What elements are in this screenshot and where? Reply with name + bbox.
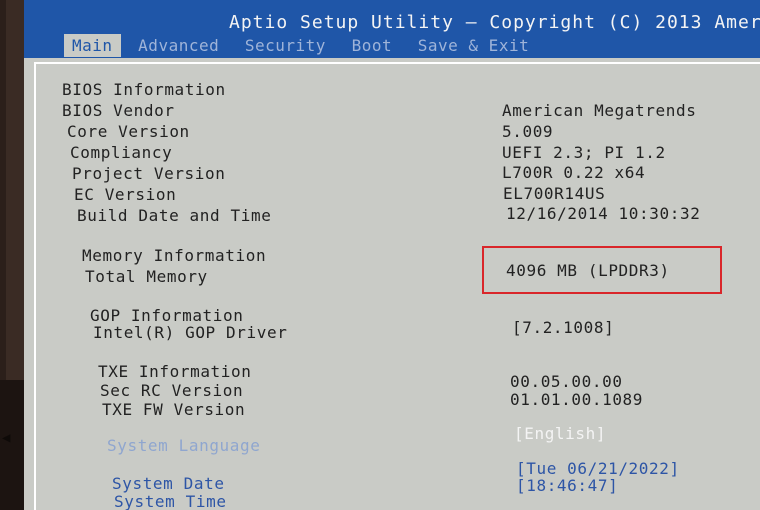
highlight-box	[482, 246, 722, 294]
system-time-value[interactable]: [18:46:47]	[516, 476, 618, 495]
memory-info-heading: Memory Information	[82, 246, 267, 265]
bios-vendor-value: American Megatrends	[502, 101, 697, 120]
gop-driver-value: [7.2.1008]	[512, 318, 615, 337]
core-version-label: Core Version	[67, 122, 190, 141]
ec-version-label: EC Version	[74, 185, 177, 204]
system-language-label[interactable]: System Language	[107, 436, 261, 455]
project-version-value: L700R 0.22 x64	[502, 163, 646, 182]
project-version-label: Project Version	[72, 164, 226, 183]
total-memory-label: Total Memory	[85, 267, 208, 286]
build-date-label: Build Date and Time	[77, 206, 272, 225]
system-time-label[interactable]: System Time	[114, 492, 227, 510]
gop-driver-label: Intel(R) GOP Driver	[93, 323, 288, 342]
tab-advanced[interactable]: Advanced	[130, 34, 227, 57]
txe-fw-version-label: TXE FW Version	[102, 400, 246, 419]
compliancy-value: UEFI 2.3; PI 1.2	[502, 143, 666, 162]
bios-screen: Aptio Setup Utility – Copyright (C) 2013…	[6, 0, 760, 510]
app-title: Aptio Setup Utility – Copyright (C) 2013…	[229, 12, 760, 33]
title-bar: Aptio Setup Utility – Copyright (C) 2013…	[24, 0, 760, 58]
txe-fw-version-value: 01.01.00.1089	[510, 390, 644, 409]
tab-boot[interactable]: Boot	[344, 34, 401, 57]
tab-main[interactable]: Main	[64, 34, 121, 57]
bios-info-heading: BIOS Information	[62, 80, 226, 99]
build-date-value: 12/16/2014 10:30:32	[506, 204, 701, 223]
txe-info-heading: TXE Information	[98, 362, 252, 381]
sec-rc-version-value: 00.05.00.00	[510, 372, 623, 391]
system-language-value[interactable]: [English]	[514, 424, 606, 443]
compliancy-label: Compliancy	[70, 143, 173, 162]
bezel-triangle-icon: ◀	[2, 430, 11, 446]
sec-rc-version-label: Sec RC Version	[100, 381, 244, 400]
ec-version-value: EL700R14US	[503, 184, 606, 203]
bios-vendor-label: BIOS Vendor	[62, 101, 175, 120]
tab-save-exit[interactable]: Save & Exit	[410, 34, 537, 57]
tab-security[interactable]: Security	[237, 34, 334, 57]
system-date-label[interactable]: System Date	[112, 474, 225, 493]
core-version-value: 5.009	[502, 122, 554, 141]
main-panel: BIOS Information BIOS Vendor American Me…	[34, 62, 760, 510]
tab-bar: Main Advanced Security Boot Save & Exit	[64, 34, 537, 57]
